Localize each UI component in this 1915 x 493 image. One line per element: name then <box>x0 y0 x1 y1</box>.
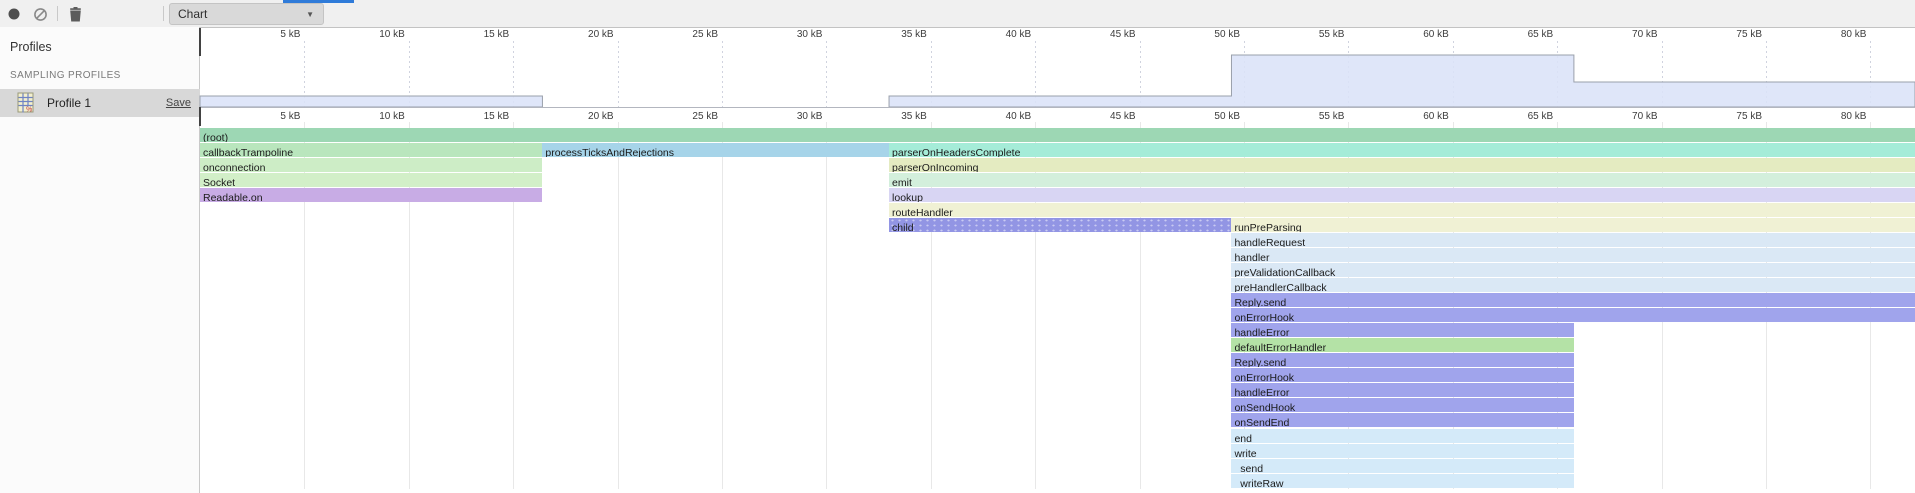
flame-bar[interactable]: _send <box>1231 459 1573 473</box>
flame-bar[interactable]: end <box>1231 429 1573 443</box>
flame-bar-label: child <box>889 222 914 232</box>
gridline <box>618 122 619 489</box>
flame-bar[interactable]: preHandlerCallback <box>1231 278 1915 292</box>
gridline <box>722 122 723 489</box>
chart-ruler-tick: 20 kB <box>514 111 614 122</box>
flame-bar[interactable]: routeHandler <box>889 203 1915 217</box>
chart-ruler-tick: 70 kB <box>1558 111 1658 122</box>
flame-bar-label: handleError <box>1231 327 1289 337</box>
flame-bar-label: _send <box>1231 463 1263 473</box>
flame-bar[interactable]: emit <box>889 173 1915 187</box>
flame-bar-label: handleRequest <box>1231 237 1305 247</box>
flame-bar-label: Reply.send <box>1231 357 1286 367</box>
flame-bar-label: preValidationCallback <box>1231 267 1335 277</box>
flame-bar-label: Reply.send <box>1231 297 1286 307</box>
flame-bar[interactable]: handler <box>1231 248 1915 262</box>
flame-bar[interactable]: onSendHook <box>1231 398 1573 412</box>
flame-bar-label: Readable.on <box>200 192 263 202</box>
flame-bar-label: handleError <box>1231 387 1289 397</box>
flame-bar[interactable]: processTicksAndRejections <box>542 143 889 157</box>
flame-bar-label: onconnection <box>200 162 265 172</box>
flame-bar[interactable]: write_ <box>1231 444 1573 458</box>
chart-ruler-tick: 75 kB <box>1662 111 1762 122</box>
flame-bar[interactable]: _writeRaw <box>1231 474 1573 488</box>
flame-bar[interactable]: (root) <box>200 128 1915 142</box>
flame-bar[interactable]: Reply.send <box>1231 293 1915 307</box>
flame-bar[interactable]: onconnection <box>200 158 542 172</box>
chart-ruler-tick: 55 kB <box>1244 111 1344 122</box>
flame-bar-label: defaultErrorHandler <box>1231 342 1326 352</box>
flame-bar-label: onSendEnd <box>1231 417 1289 427</box>
flame-bar-label: end <box>1231 433 1252 443</box>
flame-bar[interactable]: onSendEnd <box>1231 413 1573 427</box>
chart-zero-handle[interactable] <box>199 107 202 126</box>
flame-bar[interactable]: onErrorHook <box>1231 308 1915 322</box>
chart-ruler-tick: 10 kB <box>305 111 405 122</box>
flame-bar[interactable]: Readable.on <box>200 188 542 202</box>
flame-bar[interactable]: child <box>889 218 1231 232</box>
flame-bar[interactable]: Reply.send <box>1231 353 1573 367</box>
gridline <box>826 122 827 489</box>
flame-bar[interactable]: onErrorHook <box>1231 368 1573 382</box>
chart-ruler-tick: 5 kB <box>200 111 300 122</box>
flame-bar[interactable]: Socket <box>200 173 542 187</box>
flame-bar[interactable]: runPreParsing <box>1231 218 1915 232</box>
overview-bottom-border <box>200 107 1915 108</box>
flame-bar-label: onErrorHook <box>1231 312 1294 322</box>
flame-bar[interactable]: defaultErrorHandler <box>1231 338 1573 352</box>
flame-bar-label: write_ <box>1231 448 1262 458</box>
flame-bar[interactable]: parserOnHeadersComplete <box>889 143 1915 157</box>
flame-bar-label: handler <box>1231 252 1269 262</box>
flame-bar[interactable]: handleError <box>1231 323 1573 337</box>
chart-ruler-tick: 35 kB <box>827 111 927 122</box>
memory-profiler-window: Chart ▼ Profiles SAMPLING PROFILES % Pro… <box>0 0 1915 493</box>
flame-bar-label: Socket <box>200 177 235 187</box>
flame-bar-label: preHandlerCallback <box>1231 282 1326 292</box>
flame-bar-label: processTicksAndRejections <box>542 147 674 157</box>
flame-bar[interactable]: handleError <box>1231 383 1573 397</box>
overview-silhouette[interactable] <box>0 0 1915 110</box>
flame-bar-label: (root) <box>200 132 228 142</box>
flame-bar-label: callbackTrampoline <box>200 147 293 157</box>
flame-bar-label: routeHandler <box>889 207 953 217</box>
chart-ruler-tick: 15 kB <box>409 111 509 122</box>
flame-bar-label: emit <box>889 177 912 187</box>
chart-ruler-tick: 45 kB <box>1036 111 1136 122</box>
flame-bar[interactable]: parserOnIncoming <box>889 158 1915 172</box>
chart-ruler-tick: 60 kB <box>1349 111 1449 122</box>
flame-bar-label: onErrorHook <box>1231 372 1294 382</box>
flame-bar[interactable]: preValidationCallback <box>1231 263 1915 277</box>
chart-ruler-tick: 65 kB <box>1453 111 1553 122</box>
chart-ruler-tick: 25 kB <box>618 111 718 122</box>
flame-bar-label: parserOnIncoming <box>889 162 978 172</box>
chart-ruler-tick: 80 kB <box>1766 111 1866 122</box>
chart-ruler-tick: 40 kB <box>931 111 1031 122</box>
flame-bar-label: parserOnHeadersComplete <box>889 147 1020 157</box>
flame-bar-label: lookup <box>889 192 923 202</box>
flame-bar[interactable]: callbackTrampoline <box>200 143 542 157</box>
flame-bar-label: runPreParsing <box>1231 222 1301 232</box>
flame-bar-label: onSendHook <box>1231 402 1295 412</box>
chart-ruler-tick: 50 kB <box>1140 111 1240 122</box>
flame-bar[interactable]: lookup <box>889 188 1915 202</box>
chart-ruler-tick: 30 kB <box>722 111 822 122</box>
overview-zero-handle[interactable] <box>199 28 202 56</box>
flame-bar-label: _writeRaw <box>1231 478 1283 488</box>
flame-bar[interactable]: handleRequest <box>1231 233 1915 247</box>
